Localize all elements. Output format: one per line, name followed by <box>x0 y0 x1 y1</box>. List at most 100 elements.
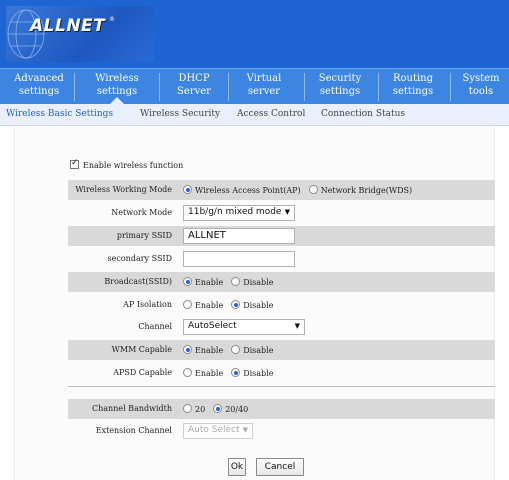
primary-ssid-value: ALLNET <box>183 228 295 244</box>
broadcast-disable-radio[interactable]: Disable <box>231 277 273 287</box>
nav-label-line2: settings <box>18 86 60 97</box>
wmm-row: WMM Capable Enable Disable <box>68 340 495 360</box>
nav-separator <box>74 73 75 101</box>
radio-empty-icon <box>231 345 241 354</box>
tab-wireless-security[interactable]: Wireless Security <box>140 109 220 119</box>
option-label: Disable <box>243 278 274 287</box>
nav-separator <box>228 73 229 101</box>
tab-wireless-basic-settings[interactable]: Wireless Basic Settings <box>6 109 113 119</box>
secondary-ssid-input[interactable] <box>183 251 295 267</box>
nav-label-line2: settings <box>392 86 434 97</box>
working-mode-ap-radio[interactable]: Wireless Access Point(AP) <box>183 185 301 195</box>
nav-label-line2: Server <box>177 86 211 97</box>
ap-isolation-label: AP Isolation <box>123 300 172 309</box>
primary-ssid-label: primary SSID <box>116 231 172 240</box>
channel-label: Channel <box>138 322 172 331</box>
nav-advanced-settings[interactable]: Advanced settings <box>10 72 68 98</box>
select-value: 11b/g/n mixed mode <box>188 207 282 217</box>
working-mode-options: Wireless Access Point(AP) Network Bridge(… <box>183 182 420 195</box>
ok-button[interactable]: Ok <box>228 458 246 476</box>
nav-label-line1: Security <box>318 73 362 84</box>
network-mode-select[interactable]: 11b/g/n mixed mode ▼ <box>183 205 295 221</box>
apsd-enable-radio[interactable]: Enable <box>183 368 223 378</box>
nav-separator <box>378 73 379 101</box>
nav-security-settings[interactable]: Security settings <box>312 72 368 98</box>
bandwidth-20-radio[interactable]: 20 <box>183 404 205 414</box>
extension-channel-select: Auto Select ▼ <box>183 423 253 439</box>
nav-label-line1: DHCP <box>178 73 210 84</box>
broadcast-ssid-row: Broadcast(SSID) Enable Disable <box>68 272 495 292</box>
option-label: Wireless Access Point(AP) <box>195 186 301 195</box>
ap-isolation-options: Enable Disable <box>183 297 281 310</box>
nav-dhcp-server[interactable]: DHCP Server <box>170 72 218 98</box>
secondary-ssid-label: secondary SSID <box>107 254 172 263</box>
radio-selected-icon <box>183 277 192 286</box>
main-nav: Advanced settings Wireless settings DHCP… <box>0 68 509 105</box>
nav-label-line1: Wireless <box>95 73 139 84</box>
sub-nav: Wireless Basic Settings Wireless Securit… <box>0 104 509 126</box>
network-mode-value: 11b/g/n mixed mode ▼ <box>183 205 295 221</box>
apsd-label: APSD Capable <box>113 368 172 377</box>
dropdown-arrow-icon: ▼ <box>242 426 248 434</box>
nav-label-line1: System <box>462 73 500 84</box>
nav-routing-settings[interactable]: Routing settings <box>386 72 440 98</box>
option-label: Enable <box>195 301 224 310</box>
radio-empty-icon <box>231 277 241 286</box>
select-value: AutoSelect <box>188 321 237 331</box>
nav-label-line2: tools <box>468 86 494 97</box>
radio-selected-icon <box>183 345 192 354</box>
enable-wireless-row: Enable wireless function <box>70 158 183 170</box>
tab-connection-status[interactable]: Connection Status <box>321 109 405 119</box>
nav-label-line2: settings <box>319 86 361 97</box>
extension-channel-value: Auto Select ▼ <box>183 423 253 439</box>
channel-select[interactable]: AutoSelect ▼ <box>183 319 305 335</box>
radio-selected-icon <box>231 368 241 377</box>
channel-bandwidth-row: Channel Bandwidth 20 20/40 <box>68 399 495 419</box>
wmm-label: WMM Capable <box>111 345 172 354</box>
extension-channel-row: Extension Channel Auto Select ▼ <box>68 421 495 441</box>
enable-wireless-checkbox[interactable] <box>70 158 79 169</box>
nav-separator <box>450 73 451 101</box>
apsd-row: APSD Capable Enable Disable <box>68 363 495 383</box>
broadcast-enable-radio[interactable]: Enable <box>183 277 223 287</box>
radio-selected-icon <box>213 404 223 413</box>
radio-empty-icon <box>308 185 318 194</box>
nav-label-line2: server <box>247 86 281 97</box>
cancel-button[interactable]: Cancel <box>256 458 304 476</box>
channel-bandwidth-label: Channel Bandwidth <box>92 404 172 413</box>
radio-empty-icon <box>183 404 192 413</box>
primary-ssid-row: primary SSID ALLNET <box>68 226 495 246</box>
radio-selected-icon <box>231 300 241 309</box>
working-mode-label: Wireless Working Mode <box>75 185 172 194</box>
wmm-enable-radio[interactable]: Enable <box>183 345 223 355</box>
wmm-disable-radio[interactable]: Disable <box>231 345 273 355</box>
nav-label-line1: Routing <box>392 73 434 84</box>
primary-ssid-input[interactable]: ALLNET <box>183 228 295 244</box>
apsd-options: Enable Disable <box>183 365 281 378</box>
nav-wireless-settings[interactable]: Wireless settings <box>86 72 148 98</box>
section-divider <box>68 386 495 387</box>
working-mode-wds-radio[interactable]: Network Bridge(WDS) <box>308 185 412 195</box>
nav-system-tools[interactable]: System tools <box>458 72 504 98</box>
nav-label-line1: Advanced <box>14 73 64 84</box>
nav-virtual-server[interactable]: Virtual server <box>238 72 290 98</box>
ap-isolation-row: AP Isolation Enable Disable <box>68 295 495 315</box>
extension-channel-label: Extension Channel <box>95 426 172 435</box>
channel-bandwidth-options: 20 20/40 <box>183 401 256 414</box>
nav-label-line1: Virtual <box>246 73 282 84</box>
ap-isolation-disable-radio[interactable]: Disable <box>231 300 273 310</box>
tab-access-control[interactable]: Access Control <box>237 109 305 119</box>
option-label: Disable <box>243 346 274 355</box>
ap-isolation-enable-radio[interactable]: Enable <box>183 300 223 310</box>
broadcast-ssid-options: Enable Disable <box>183 274 281 287</box>
secondary-ssid-row: secondary SSID <box>68 249 495 269</box>
select-value: Auto Select <box>188 425 240 435</box>
bandwidth-20-40-radio[interactable]: 20/40 <box>213 404 248 414</box>
channel-value: AutoSelect ▼ <box>183 319 305 335</box>
registered-mark: ® <box>109 16 115 23</box>
apsd-disable-radio[interactable]: Disable <box>231 368 273 378</box>
nav-separator <box>304 73 305 101</box>
brand-name: ALLNET <box>30 16 106 36</box>
dropdown-arrow-icon: ▼ <box>294 322 300 330</box>
nav-separator <box>159 73 160 101</box>
